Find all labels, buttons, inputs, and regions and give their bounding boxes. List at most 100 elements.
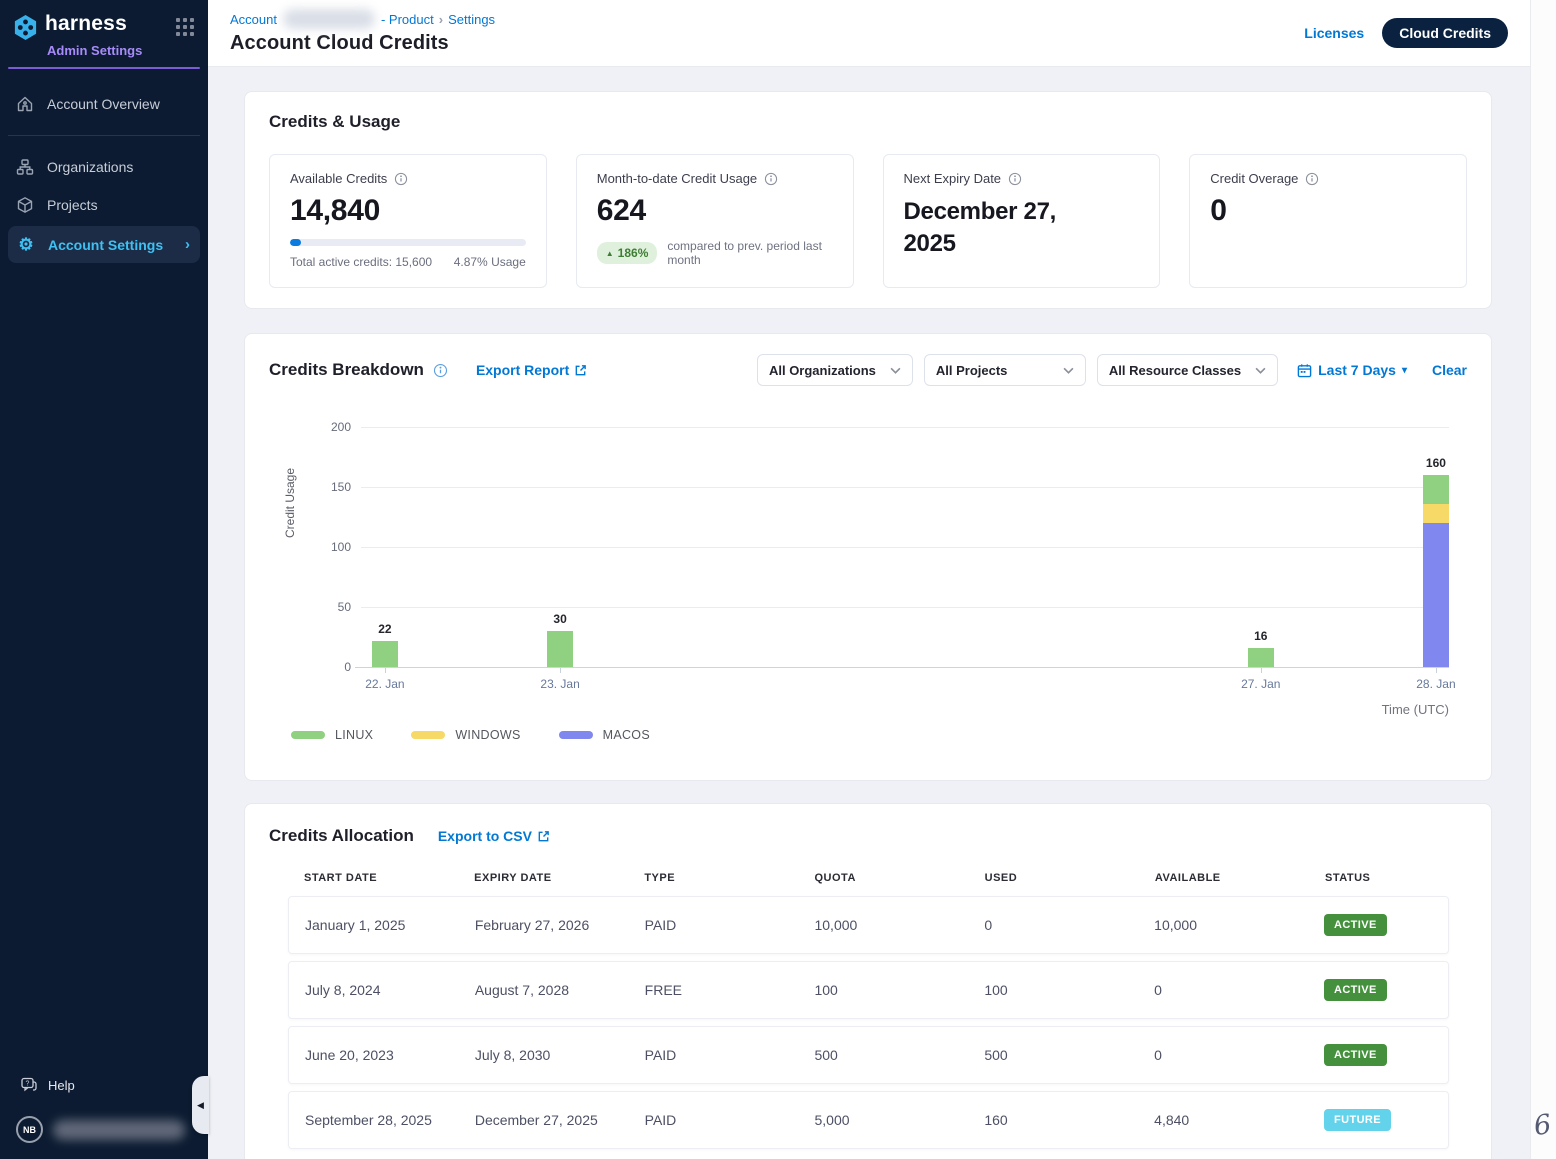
projects-filter[interactable]: All Projects <box>924 354 1086 386</box>
help-button[interactable]: ? Help <box>0 1066 208 1104</box>
legend-item-linux[interactable]: LINUX <box>291 728 373 742</box>
sidebar-item-projects[interactable]: Projects <box>0 186 208 224</box>
x-tick-label: 22. Jan <box>345 677 425 691</box>
calendar-icon <box>1297 363 1312 378</box>
sidebar-item-organizations[interactable]: Organizations <box>0 148 208 186</box>
x-tick-label: 23. Jan <box>520 677 600 691</box>
date-range-filter[interactable]: Last 7 Days ▾ <box>1297 362 1407 378</box>
table-row[interactable]: June 20, 2023 July 8, 2030 PAID 500 500 … <box>288 1026 1449 1084</box>
sidebar-divider <box>8 135 200 136</box>
x-tick-label: 27. Jan <box>1221 677 1301 691</box>
page-header: Account- Product › Settings Account Clou… <box>208 0 1556 67</box>
table-row[interactable]: July 8, 2024 August 7, 2028 FREE 100 100… <box>288 961 1449 1019</box>
table-row[interactable]: September 28, 2025 December 27, 2025 PAI… <box>288 1091 1449 1149</box>
stat-label: Credit Overage <box>1210 171 1298 186</box>
linux-swatch <box>291 731 325 739</box>
table-header-row: START DATE EXPIRY DATE TYPE QUOTA USED A… <box>288 872 1449 896</box>
available-credits-card: Available Credits 14,840 Total active cr… <box>269 154 547 288</box>
sidebar-item-account-settings[interactable]: ⚙ Account Settings › <box>8 226 200 263</box>
scrollbar-gutter[interactable] <box>1530 0 1556 1159</box>
organizations-filter[interactable]: All Organizations <box>757 354 913 386</box>
credits-breakdown-card: Credits Breakdown Export Report All Orga… <box>244 333 1492 781</box>
cloud-credits-button[interactable]: Cloud Credits <box>1382 18 1508 48</box>
legend-item-macos[interactable]: MACOS <box>559 728 650 742</box>
chart-bar-28-jan[interactable]: 16028. Jan <box>1423 475 1449 667</box>
y-tick: 200 <box>311 420 351 434</box>
info-icon[interactable] <box>1008 172 1022 186</box>
chart-bar-27-jan[interactable]: 1627. Jan <box>1248 648 1274 667</box>
help-chat-icon: ? <box>20 1076 38 1094</box>
home-icon <box>16 95 34 113</box>
chevron-down-icon <box>1049 367 1074 374</box>
col-header: STATUS <box>1309 872 1449 884</box>
x-axis-line <box>355 667 1449 668</box>
credits-allocation-card: Credits Allocation Export to CSV START D… <box>244 803 1492 1159</box>
col-header: EXPIRY DATE <box>458 872 628 884</box>
chart-bar-23-jan[interactable]: 3023. Jan <box>547 631 573 667</box>
export-report-link[interactable]: Export Report <box>476 362 587 378</box>
chevron-down-icon <box>1241 367 1266 374</box>
sidebar-item-label: Projects <box>47 197 98 213</box>
sidebar-item-label: Organizations <box>47 159 133 175</box>
bar-value-label: 160 <box>1406 456 1466 470</box>
info-icon[interactable] <box>394 172 408 186</box>
external-link-icon <box>574 364 587 377</box>
bar-value-label: 22 <box>355 622 415 636</box>
export-csv-link[interactable]: Export to CSV <box>438 828 550 844</box>
external-link-icon <box>537 830 550 843</box>
licenses-link[interactable]: Licenses <box>1304 25 1364 41</box>
col-header: START DATE <box>288 872 458 884</box>
resource-classes-filter[interactable]: All Resource Classes <box>1097 354 1278 386</box>
info-icon[interactable] <box>433 363 448 378</box>
info-icon[interactable] <box>1305 172 1319 186</box>
admin-settings-label: Admin Settings <box>47 43 208 58</box>
credit-overage-value: 0 <box>1210 194 1446 228</box>
chart-bar-22-jan[interactable]: 2222. Jan <box>372 641 398 667</box>
account-name-redacted <box>283 9 375 29</box>
mtd-usage-card: Month-to-date Credit Usage 624 ▲186% com… <box>576 154 854 288</box>
chevron-right-icon: › <box>185 236 190 253</box>
y-tick: 100 <box>311 540 351 554</box>
sidebar-item-label: Account Overview <box>47 96 160 112</box>
stat-label: Month-to-date Credit Usage <box>597 171 757 186</box>
clear-filters-link[interactable]: Clear <box>1432 362 1467 378</box>
sidebar-item-label: Account Settings <box>48 237 163 253</box>
app-switcher-icon[interactable] <box>176 18 194 36</box>
breadcrumb-product-link[interactable]: - Product <box>381 12 434 27</box>
windows-swatch <box>411 731 445 739</box>
status-badge: ACTIVE <box>1324 914 1387 936</box>
avatar[interactable]: NB <box>16 1116 43 1143</box>
usage-progress-bar <box>290 239 526 246</box>
next-expiry-card: Next Expiry Date December 27, 2025 <box>883 154 1161 288</box>
col-header: USED <box>969 872 1139 884</box>
credits-usage-title: Credits & Usage <box>269 112 1467 132</box>
projects-cube-icon <box>16 196 34 214</box>
chevron-down-icon <box>876 367 901 374</box>
y-axis-title: Credit Usage <box>283 468 297 538</box>
breadcrumb-settings-link[interactable]: Settings <box>448 12 495 27</box>
user-name-redacted <box>53 1120 185 1140</box>
status-badge: FUTURE <box>1324 1109 1391 1131</box>
sidebar-collapse-handle[interactable]: ◀ <box>192 1076 209 1134</box>
stat-label: Next Expiry Date <box>904 171 1002 186</box>
col-header: AVAILABLE <box>1139 872 1309 884</box>
chart-legend: LINUX WINDOWS MACOS <box>291 728 1467 742</box>
breadcrumb-separator: › <box>439 12 443 27</box>
help-label: Help <box>48 1078 75 1093</box>
status-badge: ACTIVE <box>1324 1044 1387 1066</box>
breadcrumb-account-link[interactable]: Account <box>230 12 277 27</box>
table-row[interactable]: January 1, 2025 February 27, 2026 PAID 1… <box>288 896 1449 954</box>
mtd-usage-value: 624 <box>597 194 833 228</box>
col-header: TYPE <box>628 872 798 884</box>
y-tick: 50 <box>311 600 351 614</box>
total-active-credits: Total active credits: 15,600 <box>290 255 432 269</box>
sidebar: harness Admin Settings Account Overview … <box>0 0 208 1159</box>
svg-text:?: ? <box>26 1081 30 1088</box>
credit-overage-card: Credit Overage 0 <box>1189 154 1467 288</box>
bar-value-label: 16 <box>1231 629 1291 643</box>
sidebar-item-account-overview[interactable]: Account Overview <box>0 85 208 123</box>
info-icon[interactable] <box>764 172 778 186</box>
legend-item-windows[interactable]: WINDOWS <box>411 728 520 742</box>
credits-usage-card: Credits & Usage Available Credits 14,840… <box>244 91 1492 309</box>
next-expiry-value: December 27, 2025 <box>904 196 1114 261</box>
